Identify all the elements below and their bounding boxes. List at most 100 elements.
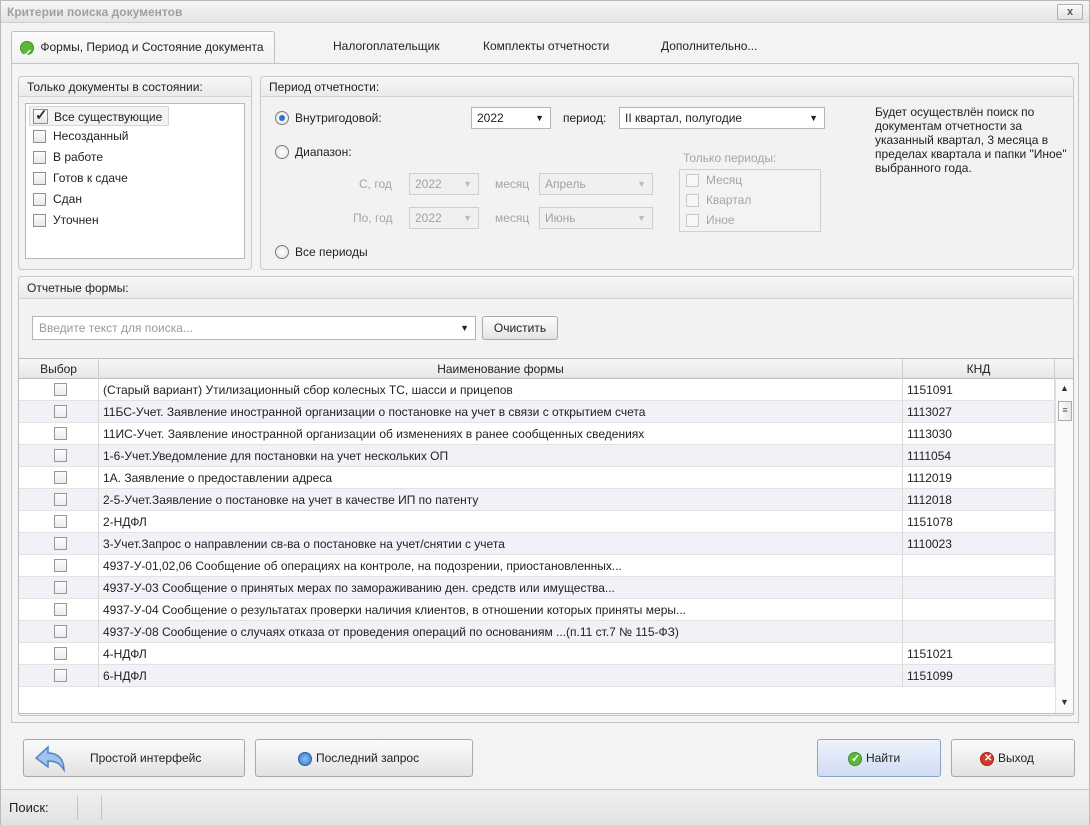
table-row[interactable]: 1-6-Учет.Уведомление для постановки на у…	[19, 445, 1055, 467]
row-checkbox[interactable]	[54, 471, 67, 484]
only-period-month: Месяц	[706, 173, 743, 187]
row-checkbox[interactable]	[54, 383, 67, 396]
select-cell	[19, 511, 99, 533]
table-row[interactable]: 2-НДФЛ 1151078	[19, 511, 1055, 533]
row-checkbox[interactable]	[54, 559, 67, 572]
table-row[interactable]: 4-НДФЛ 1151021	[19, 643, 1055, 665]
status-divider	[101, 796, 102, 820]
close-button[interactable]: x	[1057, 4, 1083, 20]
checkbox-other[interactable]	[686, 214, 699, 227]
radio-all-periods[interactable]	[275, 245, 289, 259]
to-month-select[interactable]: Июнь ▼	[539, 207, 653, 229]
forms-search-input[interactable]: Введите текст для поиска... ▼	[32, 316, 476, 340]
knd-cell: 1112018	[903, 489, 1055, 511]
state-item-submitted[interactable]: Сдан	[29, 189, 82, 209]
select-cell	[19, 533, 99, 555]
checkbox[interactable]	[33, 193, 46, 206]
table-row[interactable]: 4937-У-04 Сообщение о результатах провер…	[19, 599, 1055, 621]
radio-range[interactable]	[275, 145, 289, 159]
checkbox[interactable]	[33, 172, 46, 185]
checkbox[interactable]	[33, 214, 46, 227]
row-checkbox[interactable]	[54, 537, 67, 550]
from-year-select[interactable]: 2022 ▼	[409, 173, 479, 195]
state-item-not-created[interactable]: Несозданный	[29, 126, 129, 146]
scroll-thumb[interactable]: ≡	[1058, 401, 1072, 421]
chevron-down-icon: ▼	[535, 113, 544, 123]
period-group: Период отчетности: Внутригодовой: 2022 ▼ …	[260, 76, 1074, 270]
row-checkbox[interactable]	[54, 603, 67, 616]
checkbox[interactable]	[33, 130, 46, 143]
knd-cell: 1151099	[903, 665, 1055, 687]
only-periods-box: Месяц Квартал Иное	[679, 169, 821, 232]
back-arrow-icon	[34, 745, 65, 773]
table-row[interactable]: 4937-У-03 Сообщение о принятых мерах по …	[19, 577, 1055, 599]
tab-additional[interactable]: Дополнительно...	[661, 31, 757, 62]
exit-button[interactable]: ✕ Выход	[951, 739, 1075, 777]
form-name-cell: 4-НДФЛ	[99, 643, 903, 665]
tab-reporting-sets[interactable]: Комплекты отчетности	[483, 31, 609, 62]
state-label: Готов к сдаче	[53, 171, 128, 185]
table-row[interactable]: 4937-У-08 Сообщение о случаях отказа от …	[19, 621, 1055, 643]
period-value: II квартал, полугодие	[625, 111, 743, 125]
table-row[interactable]: 2-5-Учет.Заявление о постановке на учет …	[19, 489, 1055, 511]
row-checkbox[interactable]	[54, 405, 67, 418]
select-cell	[19, 423, 99, 445]
last-query-button[interactable]: Последний запрос	[255, 739, 473, 777]
clear-button[interactable]: Очистить	[482, 316, 558, 340]
column-form-name[interactable]: Наименование формы	[99, 359, 903, 379]
year-select[interactable]: 2022 ▼	[471, 107, 551, 129]
knd-cell	[903, 599, 1055, 621]
from-month-select[interactable]: Апрель ▼	[539, 173, 653, 195]
tab-taxpayer[interactable]: Налогоплательщик	[333, 31, 440, 62]
chevron-down-icon: ▼	[463, 179, 472, 189]
state-item-ready[interactable]: Готов к сдаче	[29, 168, 128, 188]
column-knd[interactable]: КНД	[903, 359, 1055, 379]
column-select[interactable]: Выбор	[19, 359, 99, 379]
to-year-value: 2022	[415, 211, 442, 225]
checkbox[interactable]: ✓	[33, 107, 48, 124]
to-year-select[interactable]: 2022 ▼	[409, 207, 479, 229]
table-row[interactable]: 4937-У-01,02,06 Сообщение об операциях н…	[19, 555, 1055, 577]
row-checkbox[interactable]	[54, 427, 67, 440]
state-label: Несозданный	[53, 129, 129, 143]
knd-cell	[903, 577, 1055, 599]
scroll-up-icon[interactable]: ▲	[1060, 383, 1069, 393]
search-placeholder: Введите текст для поиска...	[39, 321, 193, 335]
checkbox-quarter[interactable]	[686, 194, 699, 207]
check-icon: ✓	[35, 107, 48, 124]
radio-intra-year[interactable]	[275, 111, 289, 125]
checkbox[interactable]	[33, 151, 46, 164]
state-label: Уточнен	[53, 213, 99, 227]
period-select[interactable]: II квартал, полугодие ▼	[619, 107, 825, 129]
scroll-down-icon[interactable]: ▼	[1060, 697, 1069, 707]
to-year-label: По, год	[353, 211, 393, 225]
table-row[interactable]: 11БС-Учет. Заявление иностранной организ…	[19, 401, 1055, 423]
tab-forms-period-state[interactable]: ✓ Формы, Период и Состояние документа	[11, 31, 275, 63]
row-checkbox[interactable]	[54, 449, 67, 462]
knd-cell: 1151021	[903, 643, 1055, 665]
row-checkbox[interactable]	[54, 581, 67, 594]
chevron-down-icon: ▼	[637, 213, 646, 223]
row-checkbox[interactable]	[54, 515, 67, 528]
table-row[interactable]: (Старый вариант) Утилизационный сбор кол…	[19, 379, 1055, 401]
table-row[interactable]: 3-Учет.Запрос о направлении св-ва о пост…	[19, 533, 1055, 555]
row-checkbox[interactable]	[54, 625, 67, 638]
state-item-all[interactable]: ✓ Все существующие	[29, 106, 170, 126]
row-checkbox[interactable]	[54, 669, 67, 682]
table-row[interactable]: 11ИС-Учет. Заявление иностранной организ…	[19, 423, 1055, 445]
period-note: Будет осуществлён поиск по документам от…	[875, 105, 1067, 175]
row-checkbox[interactable]	[54, 647, 67, 660]
find-button[interactable]: ✓ Найти	[817, 739, 941, 777]
form-name-cell: 2-НДФЛ	[99, 511, 903, 533]
knd-cell: 1113030	[903, 423, 1055, 445]
only-period-other: Иное	[706, 213, 735, 227]
table-scrollbar[interactable]: ▲ ≡ ▼	[1055, 379, 1073, 713]
state-item-in-progress[interactable]: В работе	[29, 147, 103, 167]
table-row[interactable]: 6-НДФЛ 1151099	[19, 665, 1055, 687]
state-item-corrected[interactable]: Уточнен	[29, 210, 99, 230]
row-checkbox[interactable]	[54, 493, 67, 506]
table-row[interactable]: 1А. Заявление о предоставлении адреса 11…	[19, 467, 1055, 489]
simple-interface-button[interactable]: Простой интерфейс	[23, 739, 245, 777]
checkbox-month[interactable]	[686, 174, 699, 187]
table-header: Выбор Наименование формы КНД	[19, 359, 1073, 379]
